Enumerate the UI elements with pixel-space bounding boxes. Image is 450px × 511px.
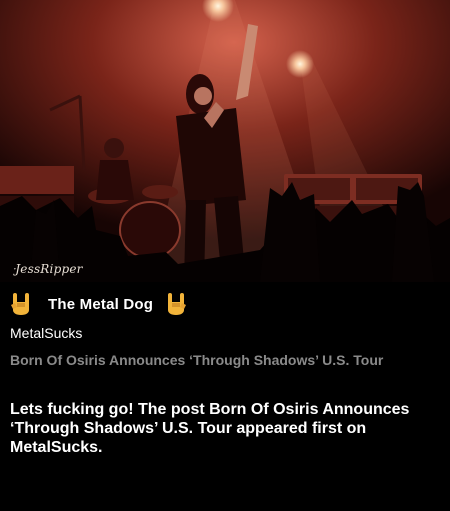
- concert-photo: ᐧJessRipper: [0, 0, 450, 282]
- photographer-watermark: ᐧJessRipper: [12, 262, 83, 276]
- concert-illustration: [0, 0, 450, 282]
- rock-hand-icon: [10, 292, 32, 316]
- watermark-text: JessRipper: [15, 262, 83, 276]
- post-body: Lets fucking go! The post Born Of Osiris…: [10, 401, 410, 456]
- brand-title: The Metal Dog: [48, 295, 154, 313]
- rock-hand-icon: [165, 292, 187, 316]
- post-headline[interactable]: Born Of Osiris Announces ‘Through Shadow…: [10, 351, 430, 369]
- brand-header: The Metal Dog: [10, 292, 440, 316]
- post-source[interactable]: MetalSucks: [10, 325, 82, 341]
